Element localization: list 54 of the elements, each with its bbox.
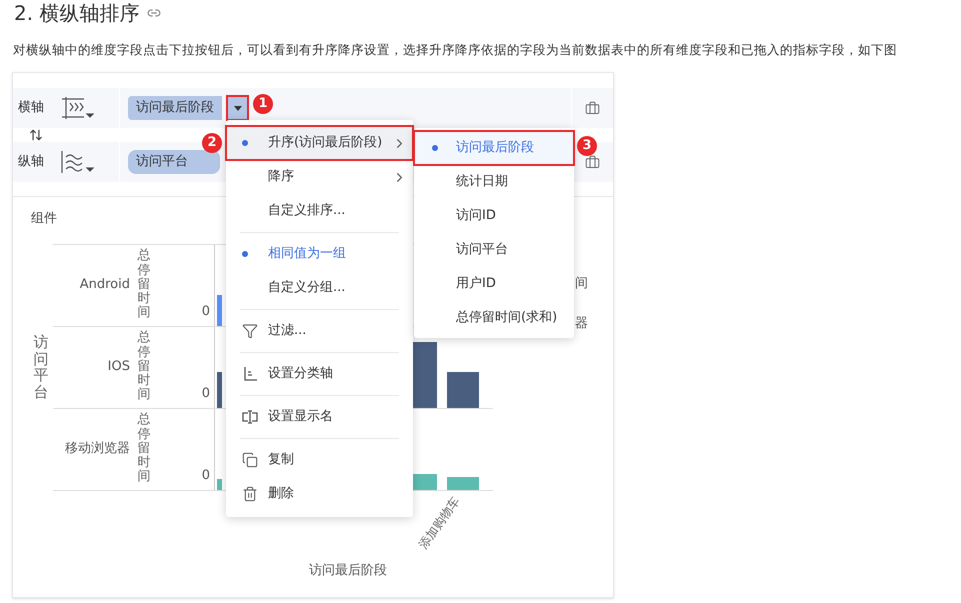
bar bbox=[217, 294, 222, 326]
axis-icon bbox=[242, 366, 258, 382]
briefcase-icon[interactable] bbox=[585, 100, 600, 116]
menu-item[interactable]: 降序 bbox=[226, 160, 413, 194]
field-pill[interactable]: 访问平台 bbox=[128, 150, 220, 174]
legend-label: 器 bbox=[575, 315, 588, 333]
callout-number: 3 bbox=[577, 136, 597, 156]
axis-label: 横轴 bbox=[18, 99, 44, 118]
axis-tick: 0 bbox=[202, 467, 210, 485]
bar bbox=[447, 372, 479, 408]
row-label: IOS bbox=[108, 358, 130, 376]
axis-label: 纵轴 bbox=[18, 153, 44, 172]
section-heading: 2. 横纵轴排序 bbox=[14, 3, 140, 23]
submenu-item[interactable]: 访问最后阶段 bbox=[414, 131, 574, 165]
menu-item[interactable]: 相同值为一组 bbox=[226, 237, 413, 271]
menu-item[interactable]: 删除 bbox=[226, 477, 413, 511]
submenu-item[interactable]: 用户ID bbox=[414, 267, 574, 301]
row-dimension-label: 访问平台 bbox=[34, 334, 48, 400]
bar bbox=[447, 476, 479, 490]
submenu-item[interactable]: 访问平台 bbox=[414, 233, 574, 267]
text-cursor-icon bbox=[242, 409, 258, 425]
row-label: Android bbox=[80, 276, 130, 294]
briefcase-icon[interactable] bbox=[585, 154, 600, 170]
legend-label: 间 bbox=[575, 275, 588, 293]
submenu-item[interactable]: 总停留时间(求和) bbox=[414, 301, 574, 335]
dropdown-button[interactable] bbox=[226, 95, 249, 121]
bar bbox=[217, 478, 222, 490]
row-label: 移动浏览器 bbox=[65, 440, 130, 458]
measure-label: 总停留时间 bbox=[138, 249, 150, 321]
measure-label: 总停留时间 bbox=[138, 413, 150, 485]
description-text: 对横纵轴中的维度字段点击下拉按钮后，可以看到有升序降序设置，选择升序降序依据的字段为当前数据表中的所有维度字段和已拖入的指标字段，如下图 bbox=[12, 41, 898, 59]
x-axis-title: 访问最后阶段 bbox=[309, 562, 387, 580]
menu-item[interactable]: 设置分类轴 bbox=[226, 357, 413, 391]
callout-number: 2 bbox=[202, 133, 222, 153]
axis-tick: 0 bbox=[202, 303, 210, 321]
menu-item[interactable]: 升序(访问最后阶段) bbox=[226, 126, 413, 160]
menu-item[interactable]: 过滤... bbox=[226, 314, 413, 348]
measure-label: 总停留时间 bbox=[138, 331, 150, 403]
filter-icon bbox=[242, 323, 258, 339]
copy-icon bbox=[242, 452, 258, 468]
component-title: 组件 bbox=[31, 210, 57, 228]
bar bbox=[217, 372, 222, 408]
menu-item[interactable]: 设置显示名 bbox=[226, 400, 413, 434]
menu-item[interactable]: 自定义分组... bbox=[226, 271, 413, 305]
menu-item[interactable]: 自定义排序... bbox=[226, 194, 413, 228]
field-pill[interactable]: 访问最后阶段 bbox=[128, 96, 222, 120]
menu-item[interactable]: 复制 bbox=[226, 443, 413, 477]
submenu-item[interactable]: 统计日期 bbox=[414, 165, 574, 199]
axis-tick: 0 bbox=[202, 385, 210, 403]
swap-icon[interactable] bbox=[29, 128, 43, 142]
trash-icon bbox=[242, 486, 258, 502]
category-label: 添加购物车 bbox=[415, 493, 464, 552]
submenu-item[interactable]: 访问ID bbox=[414, 199, 574, 233]
caret-icon bbox=[234, 106, 242, 110]
